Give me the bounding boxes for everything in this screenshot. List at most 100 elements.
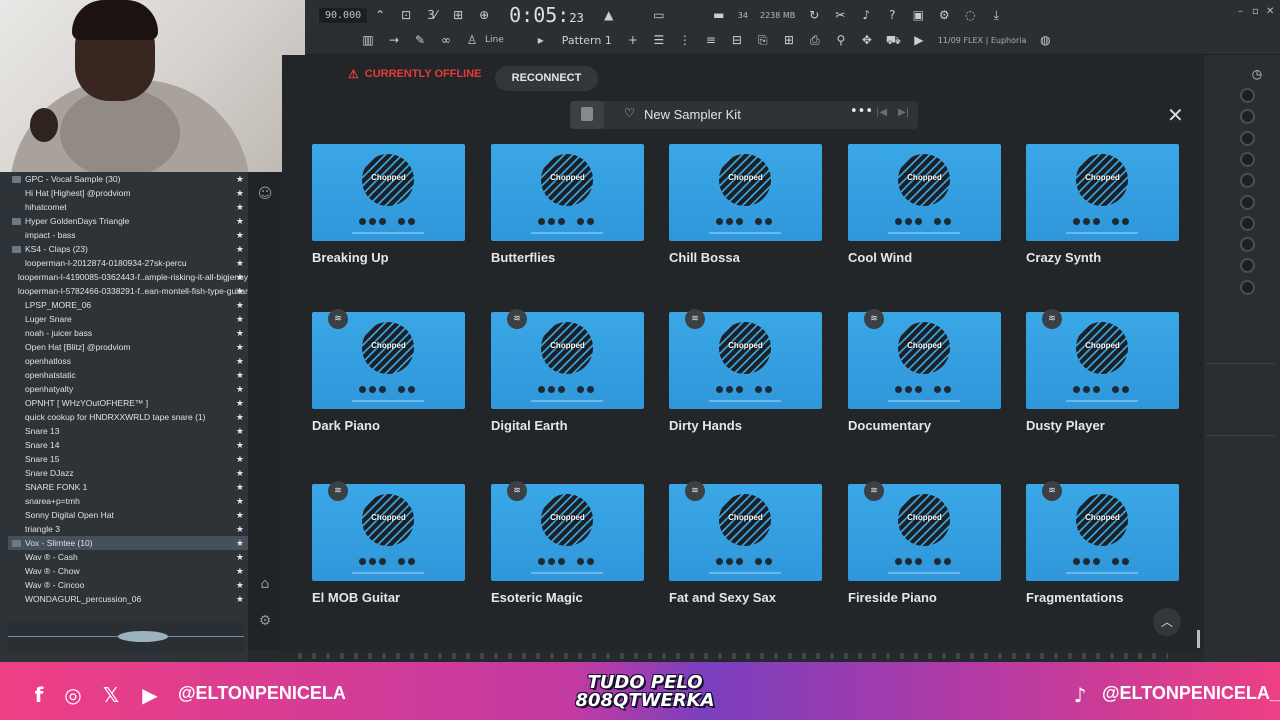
favorite-star-icon[interactable]: ★ (236, 566, 244, 577)
favorite-star-icon[interactable]: ★ (236, 370, 244, 381)
kit-card[interactable]: Chopped Cool Wind (848, 144, 1001, 265)
globe-icon[interactable]: ◍ (1038, 33, 1052, 47)
waveform-icon[interactable]: ≋ (685, 309, 705, 329)
browser-item[interactable]: looperman-l-2012874-0180934-27sk-percu ★ (8, 256, 248, 270)
waveform-icon[interactable]: ≋ (328, 309, 348, 329)
save-icon[interactable]: ▣ (911, 8, 925, 22)
browser-item[interactable]: Snare 13 ★ (8, 424, 248, 438)
favorite-star-icon[interactable]: ★ (236, 286, 244, 297)
kit-artwork[interactable]: Chopped (491, 144, 644, 241)
heart-icon[interactable]: ♡ (624, 106, 635, 120)
playlist-icon[interactable]: ☰ (652, 33, 666, 47)
loop-record-icon[interactable]: ⊡ (399, 8, 413, 22)
browser-item[interactable]: Sonny Digital Open Hat ★ (8, 508, 248, 522)
browser-item[interactable]: noah - juicer bass ★ (8, 326, 248, 340)
cart-icon[interactable]: ⛟ (886, 33, 901, 47)
browser-item[interactable]: openhatyalty ★ (8, 382, 248, 396)
settings-icon[interactable]: ⚙ (257, 613, 273, 629)
browser-item[interactable]: triangle 3 ★ (8, 522, 248, 536)
waveform-icon[interactable]: ≋ (685, 481, 705, 501)
arrow-icon[interactable]: → (387, 33, 401, 47)
kit-card[interactable]: Chopped Breaking Up (312, 144, 465, 265)
favorite-star-icon[interactable]: ★ (236, 440, 244, 451)
browser-item[interactable]: Wav ® - Cincoo ★ (8, 578, 248, 592)
favorite-star-icon[interactable]: ★ (236, 552, 244, 563)
grab-icon[interactable]: ✥ (860, 33, 874, 47)
favorite-star-icon[interactable]: ★ (236, 580, 244, 591)
browser-item[interactable]: Wav ® - Chow ★ (8, 564, 248, 578)
blend-icon[interactable]: ⊕ (477, 8, 491, 22)
kit-artwork[interactable]: Chopped (1026, 144, 1179, 241)
kit-card[interactable]: Chopped ≋ Dark Piano (312, 309, 465, 433)
mixer-icon[interactable]: ≡ (704, 33, 718, 47)
favorite-star-icon[interactable]: ★ (236, 272, 244, 283)
favorite-star-icon[interactable]: ★ (236, 454, 244, 465)
step-edit-icon[interactable]: ⊞ (451, 8, 465, 22)
video-icon[interactable]: ▶ (912, 33, 926, 47)
browser-item[interactable]: Hi Hat [Highest] @prodviom ★ (8, 186, 248, 200)
scissors-icon[interactable]: ✂ (833, 8, 847, 22)
stamp-icon[interactable]: ♙ (465, 33, 479, 47)
favorite-star-icon[interactable]: ★ (236, 314, 244, 325)
browser-item[interactable]: looperman-l-4190085-0362443-f..ample-ris… (8, 270, 248, 284)
kit-card[interactable]: Chopped ≋ Fragmentations (1026, 481, 1179, 605)
download-icon[interactable]: ⤓ (989, 8, 1003, 22)
kit-card[interactable]: Chopped Crazy Synth (1026, 144, 1179, 265)
browser-item[interactable]: Snare 14 ★ (8, 438, 248, 452)
chat-icon[interactable]: ◌ (963, 8, 977, 22)
user-icon[interactable]: ☺ (257, 186, 273, 202)
favorite-star-icon[interactable]: ★ (236, 384, 244, 395)
favorite-star-icon[interactable]: ★ (236, 328, 244, 339)
pattern-select[interactable]: Pattern 1 (562, 34, 612, 47)
more-options-icon[interactable]: ••• (850, 104, 873, 119)
piano-icon[interactable]: ▥ (361, 33, 375, 47)
mixer-knob[interactable] (1240, 173, 1255, 188)
add-icon[interactable]: + (626, 33, 640, 47)
favorite-star-icon[interactable]: ★ (236, 356, 244, 367)
mixer-knob[interactable] (1240, 216, 1255, 231)
favorite-star-icon[interactable]: ★ (236, 202, 244, 213)
close-window-icon[interactable]: ✕ (1266, 6, 1274, 17)
kit-selector[interactable]: ♡ New Sampler Kit ••• |◀ ▶| (570, 101, 918, 129)
browser-item[interactable]: Hyper GoldenDays Triangle ★ (8, 214, 248, 228)
mixer-knob[interactable] (1240, 131, 1255, 146)
browser-item[interactable]: LPSP_MORE_06 ★ (8, 298, 248, 312)
browser-item[interactable]: openhatstatic ★ (8, 368, 248, 382)
favorite-star-icon[interactable]: ★ (236, 188, 244, 199)
browser-item[interactable]: KS4 - Claps (23) ★ (8, 242, 248, 256)
kit-card[interactable]: Chopped ≋ Dirty Hands (669, 309, 822, 433)
next-kit-icon[interactable]: ▶| (898, 107, 909, 118)
browser-item[interactable]: openhatloss ★ (8, 354, 248, 368)
kit-card[interactable]: Chopped ≋ Fireside Piano (848, 481, 1001, 605)
kit-card[interactable]: Chopped Butterflies (491, 144, 644, 265)
waveform-icon[interactable]: ≋ (1042, 309, 1062, 329)
mixer-knob[interactable] (1240, 88, 1255, 103)
reconnect-button[interactable]: RECONNECT (495, 66, 598, 91)
favorite-star-icon[interactable]: ★ (236, 244, 244, 255)
favorite-star-icon[interactable]: ★ (236, 216, 244, 227)
sample-preview-waveform[interactable] (8, 622, 244, 652)
kit-card[interactable]: Chopped Chill Bossa (669, 144, 822, 265)
favorite-star-icon[interactable]: ★ (236, 510, 244, 521)
metronome-icon[interactable]: ⌃ (373, 8, 387, 22)
kit-card[interactable]: Chopped ≋ Dusty Player (1026, 309, 1179, 433)
favorite-star-icon[interactable]: ★ (236, 300, 244, 311)
pencil-icon[interactable]: ✎ (413, 33, 427, 47)
refresh-icon[interactable]: ↻ (807, 8, 821, 22)
mixer-knob[interactable] (1240, 280, 1255, 295)
pin-icon[interactable]: ⚲ (834, 33, 848, 47)
favorite-star-icon[interactable]: ★ (236, 174, 244, 185)
favorite-star-icon[interactable]: ★ (236, 426, 244, 437)
waveform-icon[interactable]: ≋ (1042, 481, 1062, 501)
browser-item[interactable]: Snare DJazz ★ (8, 466, 248, 480)
kit-card[interactable]: Chopped ≋ Fat and Sexy Sax (669, 481, 822, 605)
grid-scrollbar[interactable] (1197, 630, 1200, 648)
playlist-timeline[interactable] (248, 650, 1204, 662)
waveform-icon[interactable]: ≋ (864, 309, 884, 329)
mixer-knob[interactable] (1240, 152, 1255, 167)
browser-item[interactable]: impact - bass ★ (8, 228, 248, 242)
waveform-icon[interactable]: ≋ (328, 481, 348, 501)
minimize-icon[interactable]: – (1238, 6, 1243, 17)
snap-select[interactable]: Line (485, 35, 504, 45)
favorite-star-icon[interactable]: ★ (236, 468, 244, 479)
